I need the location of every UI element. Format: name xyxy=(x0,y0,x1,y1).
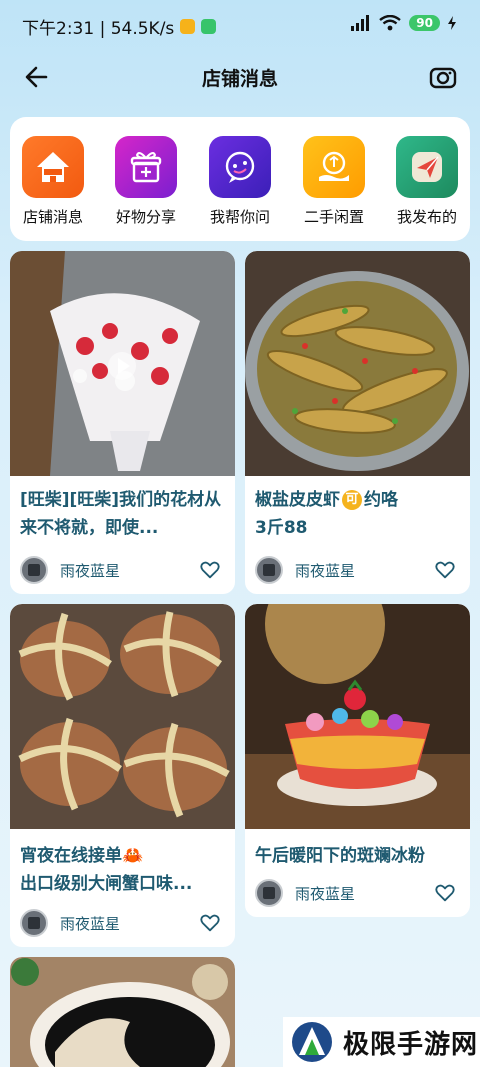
mantis-shrimp-image xyxy=(245,251,470,476)
category-second-hand[interactable]: 二手闲置 xyxy=(294,136,374,227)
author-name: 雨夜蓝星 xyxy=(60,561,121,580)
author-name: 雨夜蓝星 xyxy=(295,884,356,903)
card-title-part: 椒盐皮皮虾 xyxy=(255,490,340,510)
site-logo-icon xyxy=(292,1022,332,1062)
time-speed-text: 下午2:31 | 54.5K/s xyxy=(22,19,175,39)
card-author[interactable]: 雨夜蓝星 xyxy=(20,556,120,584)
category-label: 好物分享 xyxy=(115,208,176,226)
card-title: 宵夜在线接单🦀 出口级别大闸蟹口味... xyxy=(20,842,225,898)
black-sesame-paste-image xyxy=(10,957,235,1067)
heart-icon[interactable] xyxy=(434,559,456,581)
category-label: 二手闲置 xyxy=(303,208,364,226)
watermark-text: 极限手游网 xyxy=(343,1029,479,1060)
wifi-icon xyxy=(379,15,402,31)
header: 店铺消息 xyxy=(0,58,480,98)
category-label: 店铺消息 xyxy=(22,208,83,226)
card-title: 午后暖阳下的斑斓冰粉 xyxy=(255,846,425,866)
site-watermark: 极限手游网 xyxy=(283,1017,480,1067)
heart-icon[interactable] xyxy=(199,912,221,934)
feed-card[interactable]: 宵夜在线接单🦀 出口级别大闸蟹口味... 雨夜蓝星 xyxy=(10,604,235,947)
category-label: 我发布的 xyxy=(396,208,457,226)
category-good-share[interactable]: 好物分享 xyxy=(106,136,186,227)
feed-card[interactable]: [旺柴][旺柴]我们的花材从来不将就，即使... 雨夜蓝星 xyxy=(10,251,235,594)
avatar xyxy=(255,556,283,584)
status-bar: 下午2:31 | 54.5K/s 90 xyxy=(0,0,480,50)
card-title-line2: 3斤88 xyxy=(255,518,308,538)
status-left: 下午2:31 | 54.5K/s xyxy=(22,14,217,39)
card-title: [旺柴][旺柴]我们的花材从来不将就，即使... xyxy=(20,490,222,538)
chat-bubble-icon xyxy=(209,136,271,198)
gift-icon xyxy=(115,136,177,198)
avatar xyxy=(20,556,48,584)
feed-card[interactable] xyxy=(10,957,235,1067)
category-bar: 店铺消息 好物分享 我帮你问 二手闲置 我发布的 xyxy=(10,117,470,241)
card-title-part: 约咯 xyxy=(364,490,398,510)
heart-icon[interactable] xyxy=(199,559,221,581)
author-name: 雨夜蓝星 xyxy=(60,914,121,933)
ke-badge: 可 xyxy=(342,490,362,510)
card-title-line2: 出口级别大闸蟹口味... xyxy=(20,874,193,894)
feed-card[interactable]: 午后暖阳下的斑斓冰粉 雨夜蓝星 xyxy=(245,604,470,917)
signal-icon xyxy=(351,15,370,31)
recycle-icon xyxy=(303,136,365,198)
author-name: 雨夜蓝星 xyxy=(295,561,356,580)
category-my-posts[interactable]: 我发布的 xyxy=(387,136,467,227)
card-author[interactable]: 雨夜蓝星 xyxy=(255,879,355,907)
card-author[interactable]: 雨夜蓝星 xyxy=(255,556,355,584)
camera-icon[interactable] xyxy=(428,62,458,92)
category-ask-for-you[interactable]: 我帮你问 xyxy=(200,136,280,227)
feed-card[interactable]: 椒盐皮皮虾可约咯 3斤88 雨夜蓝星 xyxy=(245,251,470,594)
card-author[interactable]: 雨夜蓝星 xyxy=(20,909,120,937)
avatar xyxy=(255,879,283,907)
card-title: 椒盐皮皮虾可约咯 3斤88 xyxy=(255,486,460,542)
page-title: 店铺消息 xyxy=(201,68,278,90)
avatar xyxy=(20,909,48,937)
message-notification-icon xyxy=(180,19,196,34)
paper-plane-icon xyxy=(396,136,458,198)
app-notification-icon xyxy=(201,19,217,34)
shop-news-icon xyxy=(22,136,84,198)
charging-icon xyxy=(448,16,456,30)
category-shop-news[interactable]: 店铺消息 xyxy=(13,136,93,227)
card-title-line1: 宵夜在线接单🦀 xyxy=(20,846,144,866)
heart-icon[interactable] xyxy=(434,882,456,904)
jelly-dessert-image xyxy=(245,604,470,829)
flower-bouquet-image xyxy=(10,251,235,476)
hairy-crab-image xyxy=(10,604,235,829)
status-right: 90 xyxy=(351,15,456,31)
battery-indicator: 90 xyxy=(409,15,440,31)
category-label: 我帮你问 xyxy=(209,208,270,226)
